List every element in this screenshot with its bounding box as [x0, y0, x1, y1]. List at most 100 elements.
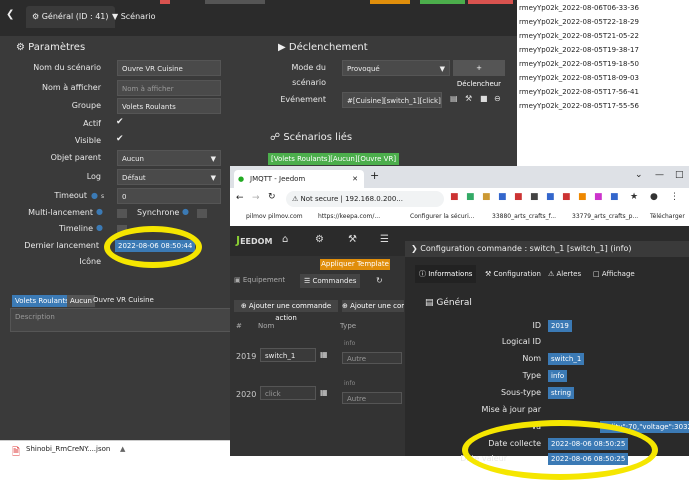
qr-icon[interactable]: ▦ [320, 388, 328, 397]
list-icon[interactable]: ▤ [450, 94, 458, 103]
minus-icon[interactable]: ⊖ [494, 94, 501, 103]
home-icon[interactable]: ⌂ [282, 234, 288, 245]
reload-icon[interactable]: ↻ [268, 192, 276, 202]
address-bar-row: ← → ↻ ⚠ Not secure | 192.168.0.200... ■ … [230, 188, 689, 210]
chevron-down-icon[interactable]: ⌄ [635, 170, 643, 180]
close-icon[interactable]: ✕ [352, 170, 358, 188]
tab-informations[interactable]: ⓘ Informations [415, 265, 477, 283]
tab-equipement[interactable]: ▣ Equipement [234, 276, 285, 284]
bookmark[interactable]: https://keepa.com/... [318, 213, 380, 220]
chevron-up-icon[interactable]: ▲ [120, 445, 125, 453]
extension-icon[interactable]: ■ [514, 192, 523, 202]
cmd-name-input[interactable]: switch_1 [260, 348, 316, 362]
menu-icon[interactable]: ⋮ [670, 192, 679, 202]
add-action-button[interactable]: ⊕ Ajouter une commande action [234, 300, 338, 322]
extension-icon[interactable]: ■ [482, 192, 491, 202]
tab-commandes[interactable]: ☰ Commandes [300, 274, 361, 288]
multi-checkbox[interactable] [117, 209, 127, 218]
toolbar-btn[interactable] [205, 0, 265, 4]
favicon-icon: ● [238, 175, 245, 183]
url-input[interactable]: ⚠ Not secure | 192.168.0.200... [286, 191, 444, 207]
extension-icon[interactable]: ■ [450, 192, 459, 202]
scenario-name-input[interactable]: Ouvre VR Cuisine [117, 60, 221, 76]
scenario-tabbar: ❮ ⚙ Général (ID : 41) ▼ Scénario [0, 0, 517, 36]
new-tab-icon[interactable]: + [370, 169, 379, 182]
extension-icon[interactable]: ■ [530, 192, 539, 202]
help-icon[interactable]: ● [96, 207, 103, 216]
warning-icon: ⚠ [292, 195, 299, 203]
timeout-input[interactable]: 0 [117, 188, 221, 204]
browser-tab[interactable]: ● JMQTT - Jeedom ✕ [234, 170, 364, 188]
bookmark[interactable]: 33779_arts_crafts_p... [572, 213, 638, 220]
tab-affichage[interactable]: □ Affichage [593, 265, 635, 283]
sync-checkbox[interactable] [197, 209, 207, 218]
list-item[interactable]: rmeyYp02k_2022-08-05T19-18-50 [519, 60, 639, 68]
linked-scenario-badge[interactable]: [Volets Roulants][Aucun][Ouvre VR] [268, 153, 400, 165]
extension-icon[interactable]: ■ [498, 192, 507, 202]
cmd-subtype-select[interactable]: Autre [342, 352, 402, 364]
toolbar-btn-red[interactable] [160, 0, 170, 4]
menu-list-icon[interactable]: ☰ [380, 234, 389, 245]
qr-icon[interactable]: ▦ [320, 350, 328, 359]
tab-configuration[interactable]: ⚒ Configuration [485, 265, 541, 283]
extension-icon[interactable]: ■ [578, 192, 587, 202]
tab-general[interactable]: ⚙ Général (ID : 41) [26, 6, 115, 28]
params-title: ⚙︎ Paramètres [16, 42, 86, 53]
plug-icon[interactable]: ⚙ [315, 234, 324, 245]
group-input[interactable]: Volets Roulants [117, 98, 221, 114]
list-item[interactable]: rmeyYp02k_2022-08-05T21-05-22 [519, 32, 639, 40]
list-item[interactable]: rmeyYp02k_2022-08-05T17-55-56 [519, 102, 639, 110]
list-item[interactable]: rmeyYp02k_2022-08-05T22-18-29 [519, 18, 639, 26]
bookmark[interactable]: pilmov pilmov.com [246, 213, 303, 220]
apply-template-button[interactable]: Appliquer Template [320, 259, 390, 270]
extension-icon[interactable]: ■ [546, 192, 555, 202]
active-checkbox[interactable]: ✔ [116, 117, 124, 127]
label-timeline: Timeline [58, 224, 93, 233]
list-item[interactable]: rmeyYp02k_2022-08-06T06-33-36 [519, 4, 639, 12]
event-input[interactable]: #[Cuisine][switch_1][click]# [342, 92, 442, 108]
wrench-icon[interactable]: ⚒ [348, 234, 357, 245]
list-item[interactable]: rmeyYp02k_2022-08-05T19-38-17 [519, 46, 639, 54]
extension-icon[interactable]: ■ [562, 192, 571, 202]
parent-select[interactable]: Aucun ▼ [117, 150, 221, 166]
label-timeout: Timeout [54, 191, 87, 200]
list-item[interactable]: rmeyYp02k_2022-08-05T18-09-03 [519, 74, 639, 82]
mode-select[interactable]: Provoqué ▼ [342, 60, 450, 76]
minimize-icon[interactable]: — [655, 170, 664, 180]
help-icon[interactable]: ● [91, 191, 98, 200]
list-item[interactable]: rmeyYp02k_2022-08-05T17-56-41 [519, 88, 639, 96]
add-trigger-button[interactable]: + Déclencheur [453, 60, 505, 88]
back-icon[interactable]: ← [236, 193, 244, 203]
refresh-icon[interactable]: ↻ [376, 276, 383, 285]
log-select[interactable]: Défaut ▼ [117, 169, 221, 185]
help-icon[interactable]: ● [96, 223, 103, 232]
extension-icon[interactable]: ■ [594, 192, 603, 202]
extension-icon[interactable]: ■ [610, 192, 619, 202]
visible-checkbox[interactable]: ✔ [116, 134, 124, 144]
bookmark[interactable]: 33880_arts_crafts_f... [492, 213, 556, 220]
bookmark[interactable]: Configurer la sécuri... [410, 213, 474, 220]
display-name-input[interactable]: Nom à afficher [117, 80, 221, 96]
jeedom-logo[interactable]: JEEDOM [236, 234, 272, 247]
toolbar-btn-orange[interactable] [370, 0, 410, 4]
cmd-name-input[interactable]: click [260, 386, 316, 400]
back-icon[interactable]: ❮ [6, 9, 14, 20]
help-icon[interactable]: ● [182, 207, 189, 216]
cmd-subtype-select[interactable]: Autre [342, 392, 402, 404]
profile-icon[interactable]: ● [650, 192, 658, 202]
delete-button[interactable] [468, 0, 513, 4]
settings-icon[interactable]: ⚒ [465, 94, 472, 103]
square-icon[interactable]: ■ [480, 94, 488, 103]
extension-icon[interactable]: ■ [466, 192, 475, 202]
download-filename[interactable]: Shinobi_RmCreNY....json [26, 445, 110, 453]
add-info-button[interactable]: ⊕ Ajouter une com [342, 300, 404, 312]
file-list: rmeyYp02k_2022-08-06T06-33-36 rmeyYp02k_… [517, 0, 689, 170]
save-button[interactable] [420, 0, 465, 4]
tab-alertes[interactable]: ⚠ Alertes [548, 265, 581, 283]
label-multi: Multi-lancement [28, 208, 93, 217]
tab-scenario[interactable]: ▼ Scénario [106, 6, 161, 28]
forward-icon[interactable]: → [252, 193, 260, 203]
maximize-icon[interactable]: □ [675, 170, 684, 180]
bookmark[interactable]: Télécharger [650, 213, 685, 220]
puzzle-icon[interactable]: ★ [630, 192, 638, 202]
